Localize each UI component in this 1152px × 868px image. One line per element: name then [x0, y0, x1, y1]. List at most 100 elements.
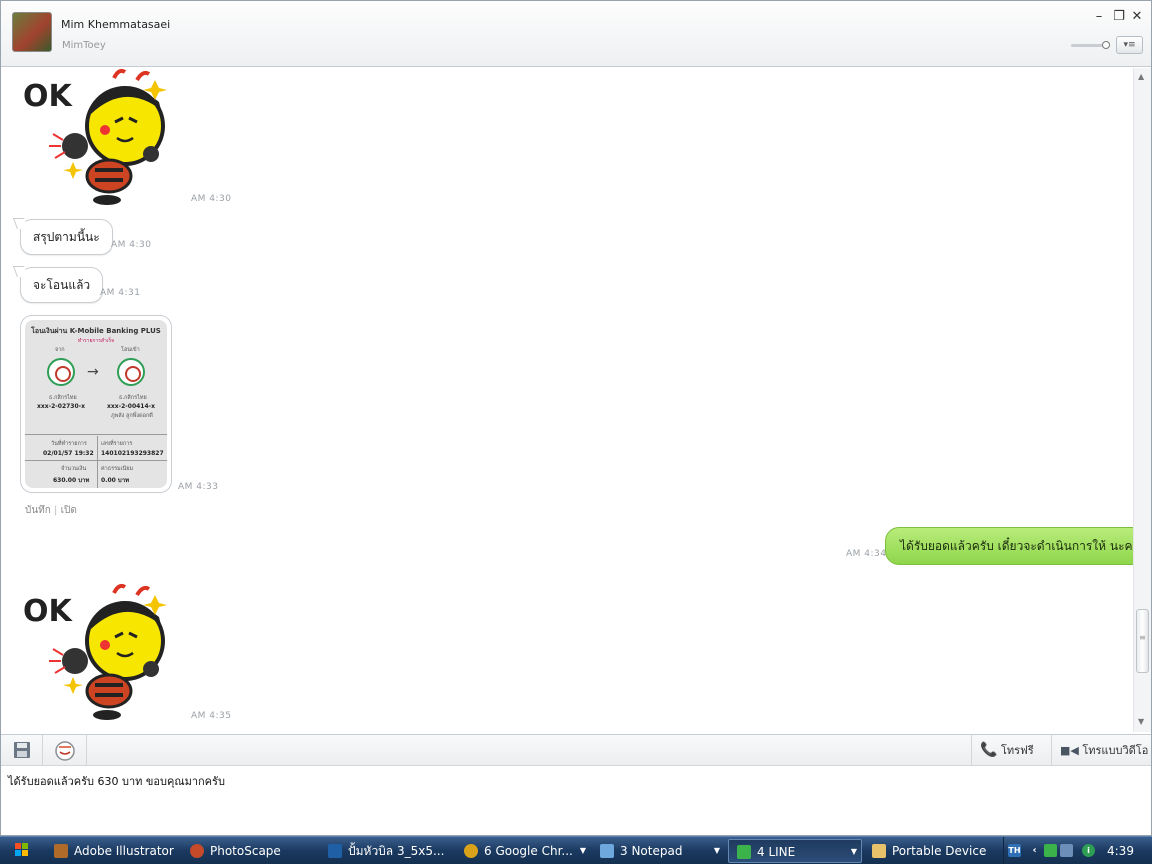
message-time: AM 4:30	[111, 240, 152, 250]
receipt-from-account: xxx-2-02730-x	[37, 403, 85, 410]
illustrator-icon	[54, 844, 68, 858]
contact-id: MimToey	[62, 40, 106, 51]
image-actions: บันทึก | เปิด	[25, 505, 77, 516]
receipt-divider	[25, 434, 167, 435]
windows-taskbar: Adobe Illustrator PhotoScape ปั้มหัวบิล …	[0, 836, 1152, 864]
receipt-fee: 0.00 บาท	[101, 477, 130, 484]
receipt-to-bank: ธ.กสิกรไทย	[119, 395, 147, 401]
receipt-date: 02/01/57 19:32	[43, 450, 94, 457]
sticker-ok-text: OK	[23, 594, 74, 629]
chat-toolbar: 📞 โทรฟรี ■◀ โทรแบบวิดีโอ	[1, 734, 1151, 766]
folder-icon	[872, 844, 886, 858]
receipt-divider	[25, 460, 167, 461]
video-call-button[interactable]: ■◀ โทรแบบวิดีโอ	[1051, 735, 1151, 766]
receipt-to-account: xxx-2-00414-x	[107, 403, 155, 410]
task-photoscape[interactable]: PhotoScape	[190, 839, 320, 863]
chevron-down-icon: ▼	[850, 847, 857, 856]
message-list[interactable]: OK AM 4:30 สรุปตามนี้นะ AM 4:30 จะโอนแล้…	[1, 68, 1133, 732]
message-input-text[interactable]: ได้รับยอดแล้วครับ 630 บาท ขอบคุณมากครับ	[8, 772, 225, 790]
task-label: 6 Google Chr...	[484, 844, 573, 858]
chrome-icon	[464, 844, 478, 858]
task-illustrator[interactable]: Adobe Illustrator	[54, 839, 184, 863]
sent-message-bubble[interactable]: ได้รับยอดแล้วครับ เดี๋ยวจะดำเนินการให้ น…	[885, 527, 1133, 565]
receipt-amount-label: จำนวนเงิน	[61, 466, 87, 472]
ok-bee-sticker[interactable]: OK	[19, 581, 169, 721]
task-label: 3 Notepad	[620, 844, 683, 858]
chat-header: Mim Khemmatasaei MimToey – ❐ ✕ ▾≡	[1, 1, 1151, 67]
sticker-ok-text: OK	[23, 79, 74, 114]
scroll-down-icon[interactable]: ▼	[1138, 717, 1144, 726]
message-bubble[interactable]: จะโอนแล้ว	[20, 267, 104, 303]
emoticon-icon	[55, 741, 75, 761]
restore-button[interactable]: ❐	[1112, 10, 1126, 24]
sticker-button[interactable]	[43, 735, 87, 766]
task-photoshop[interactable]: ปั้มหัวบิล 3_5x5...	[328, 839, 456, 863]
task-chrome[interactable]: 6 Google Chr... ▼	[464, 839, 590, 863]
transfer-receipt-image[interactable]: โอนเงินผ่าน K-Mobile Banking PLUS ทำรายก…	[25, 320, 167, 488]
free-call-button[interactable]: 📞 โทรฟรี	[971, 735, 1049, 766]
chat-scrollbar[interactable]: ▲ ≡ ▼	[1133, 68, 1151, 732]
message-time: AM 4:35	[191, 711, 232, 721]
close-button[interactable]: ✕	[1130, 10, 1144, 24]
task-label: Adobe Illustrator	[74, 844, 174, 858]
kbank-logo-icon	[47, 358, 75, 386]
photoscape-icon	[190, 844, 204, 858]
message-time: AM 4:34	[846, 549, 887, 559]
receipt-title: โอนเงินผ่าน K-Mobile Banking PLUS	[31, 327, 161, 335]
task-label: ปั้มหัวบิล 3_5x5...	[348, 844, 445, 858]
task-label: PhotoScape	[210, 844, 281, 858]
receipt-date-label: วันที่ทำรายการ	[51, 441, 87, 447]
receipt-from-bank: ธ.กสิกรไทย	[49, 395, 77, 401]
info-icon[interactable]: i	[1082, 844, 1095, 857]
free-call-label: โทรฟรี	[1000, 744, 1034, 757]
message-time: AM 4:31	[100, 288, 141, 298]
slider-knob[interactable]	[1102, 41, 1110, 49]
contact-avatar[interactable]	[12, 12, 52, 52]
receipt-to-label: โอนเข้า	[121, 347, 140, 353]
message-time: AM 4:33	[178, 482, 219, 492]
clock[interactable]: 4:39	[1107, 837, 1134, 865]
receipt-from-label: จาก	[55, 347, 65, 353]
chevron-down-icon: ▼	[579, 846, 586, 855]
task-line[interactable]: 4 LINE ▼	[728, 839, 862, 863]
language-indicator[interactable]: TH	[1008, 844, 1021, 857]
minimize-button[interactable]: –	[1092, 10, 1106, 24]
start-button[interactable]	[0, 837, 44, 864]
phone-icon: 📞	[980, 742, 998, 758]
open-image-link[interactable]: เปิด	[61, 505, 77, 516]
network-icon[interactable]	[1060, 844, 1073, 857]
message-time: AM 4:30	[191, 194, 232, 204]
floppy-disk-icon	[14, 742, 30, 758]
save-image-link[interactable]: บันทึก	[25, 505, 51, 516]
scrollbar-thumb[interactable]: ≡	[1136, 609, 1149, 673]
video-call-label: โทรแบบวิดีโอ	[1082, 744, 1149, 757]
transparency-slider[interactable]	[1071, 41, 1110, 49]
chevron-down-icon: ▼	[713, 846, 720, 855]
image-message[interactable]: โอนเงินผ่าน K-Mobile Banking PLUS ทำรายก…	[20, 315, 172, 493]
task-label: Portable Device	[892, 844, 987, 858]
arrow-right-icon: →	[87, 364, 99, 380]
photoshop-icon	[328, 844, 342, 858]
message-bubble[interactable]: สรุปตามนี้นะ	[20, 219, 113, 255]
kbank-logo-icon	[117, 358, 145, 386]
video-camera-icon: ■◀	[1060, 744, 1079, 757]
contact-name: Mim Khemmatasaei	[61, 18, 171, 31]
notepad-icon	[600, 844, 614, 858]
task-notepad[interactable]: 3 Notepad ▼	[600, 839, 724, 863]
line-chat-window: Mim Khemmatasaei MimToey – ❐ ✕ ▾≡ OK AM …	[0, 0, 1152, 836]
grip-icon: ≡	[1139, 633, 1146, 642]
receipt-ref-label: เลขที่รายการ	[101, 441, 133, 447]
chat-menu-button[interactable]: ▾≡	[1116, 36, 1143, 54]
line-tray-icon[interactable]	[1044, 844, 1057, 857]
ok-bee-sticker[interactable]: OK	[19, 68, 169, 206]
show-hidden-icons-icon[interactable]: ‹	[1028, 844, 1041, 857]
task-portable-device[interactable]: Portable Device	[872, 839, 998, 863]
message-input[interactable]: ได้รับยอดแล้วครับ 630 บาท ขอบคุณมากครับ	[1, 767, 1151, 835]
save-chat-button[interactable]	[1, 735, 43, 766]
receipt-subtitle: ทำรายการสำเร็จ	[77, 338, 115, 344]
receipt-divider	[97, 436, 98, 488]
receipt-fee-label: ค่าธรรมเนียม	[101, 466, 134, 472]
scroll-up-icon[interactable]: ▲	[1138, 72, 1144, 81]
task-label: 4 LINE	[757, 845, 796, 859]
windows-logo-icon	[15, 843, 28, 856]
